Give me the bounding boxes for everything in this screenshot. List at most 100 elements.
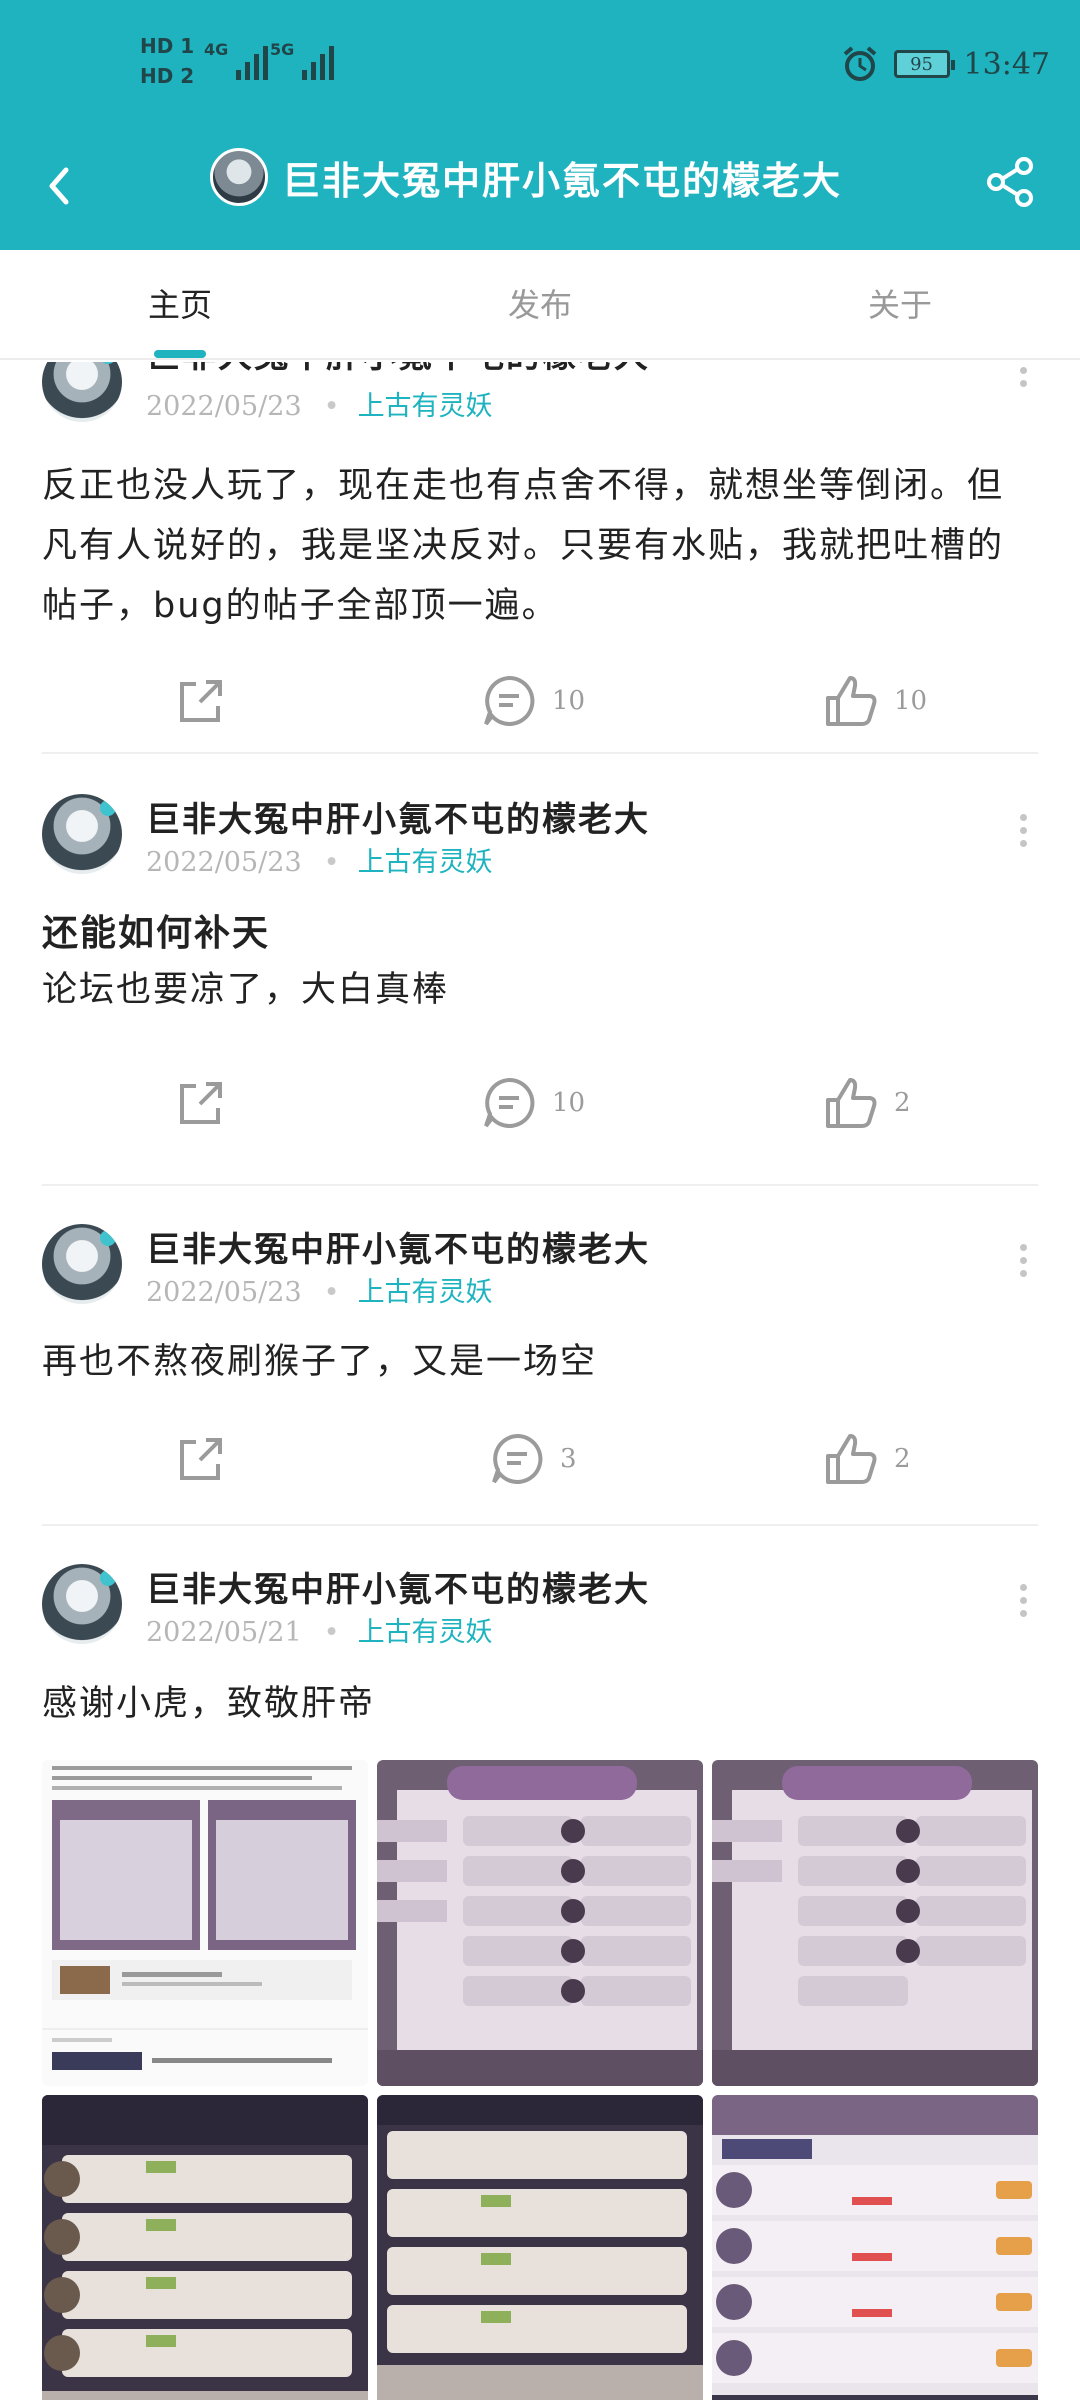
tab-home[interactable]: 主页 [0, 250, 360, 358]
post-header: 巨非大冤中肝小氪不屯的檬老大 2022/05/23 • 上古有灵妖 [42, 1222, 1038, 1308]
post-date: 2022/05/23 [146, 847, 302, 878]
like-button[interactable]: 2 [822, 1430, 911, 1488]
like-button[interactable]: 10 [822, 672, 927, 730]
tab-about[interactable]: 关于 [720, 250, 1080, 358]
post-body: 反正也没人玩了，现在走也有点舍不得，就想坐等倒闭。但凡有人说好的，我是坚决反对。… [42, 466, 1005, 626]
post-card[interactable]: 巨非大冤中肝小氪不屯的檬老大 2022/05/23 • 上古有灵妖 还能如何补天 论… [42, 794, 1038, 1154]
post-body: 论坛也要凉了，大白真棒 [42, 970, 450, 1010]
post-date: 2022/05/21 [146, 1617, 302, 1648]
clock: 13:47 [963, 46, 1050, 82]
avatar[interactable] [42, 1224, 122, 1304]
comment-count: 10 [552, 686, 586, 716]
share-post-button[interactable] [172, 1074, 230, 1132]
post-body: 感谢小虎，致敬肝帝 [42, 1684, 376, 1724]
more-options-icon[interactable] [1018, 1244, 1028, 1284]
screenshot-image [377, 1760, 703, 2086]
comment-button[interactable]: 10 [480, 672, 585, 730]
avatar[interactable] [42, 362, 122, 422]
comment-button[interactable]: 10 [480, 1074, 585, 1132]
post-title: 还能如何补天 [42, 913, 271, 954]
post-category[interactable]: 上古有灵妖 [358, 391, 493, 422]
thumbs-up-icon [826, 1078, 877, 1128]
screenshot-image [42, 1760, 368, 2086]
comment-icon [484, 1077, 535, 1128]
post-card[interactable]: 巨非大冤中肝小氪不屯的檬老大 2022/05/23 • 上古有灵妖 反正也没人玩了，… [42, 362, 1038, 752]
post-category[interactable]: 上古有灵妖 [358, 1617, 493, 1648]
hd-indicators: HD 1 HD 2 [140, 34, 194, 94]
post-meta: 2022/05/23 • 上古有灵妖 [146, 840, 493, 879]
share-post-button[interactable] [172, 672, 230, 730]
post-author[interactable]: 巨非大冤中肝小氪不屯的檬老大 [146, 1222, 650, 1271]
more-options-icon[interactable] [1018, 1584, 1028, 1624]
share-post-button[interactable] [172, 1430, 230, 1488]
avatar [210, 148, 268, 206]
hd2-label: HD 2 [140, 64, 195, 88]
page-title: 巨非大冤中肝小氪不屯的檬老大 [282, 158, 843, 203]
avatar[interactable] [42, 794, 122, 874]
comment-count: 10 [552, 1088, 586, 1118]
separator-dot: • [323, 1617, 340, 1648]
comment-icon [484, 675, 535, 726]
thumbs-up-icon [826, 676, 877, 726]
screenshot-image [712, 1760, 1038, 2086]
signal-5g-icon: 5G [270, 40, 335, 80]
like-button[interactable]: 2 [822, 1074, 911, 1132]
post-card[interactable]: 巨非大冤中肝小氪不屯的檬老大 2022/05/21 • 上古有灵妖 感谢小虎，致敬肝… [42, 1564, 1038, 1734]
like-count: 10 [894, 686, 928, 716]
share-icon[interactable] [980, 152, 1040, 212]
separator-dot: • [323, 391, 340, 422]
post-actions: 10 2 [42, 1074, 1038, 1154]
post-actions: 3 2 [42, 1430, 1038, 1510]
app-bar: 巨非大冤中肝小氪不屯的檬老大 [0, 130, 1080, 250]
comment-icon [492, 1433, 543, 1484]
like-count: 2 [894, 1444, 911, 1474]
share-out-icon [180, 1438, 222, 1480]
separator-dot: • [323, 1277, 340, 1308]
post-feed: 巨非大冤中肝小氪不屯的檬老大 2022/05/23 • 上古有灵妖 反正也没人玩了，… [0, 362, 1080, 2400]
signal-4g-icon: 4G [204, 40, 269, 80]
status-bar: HD 1 HD 2 4G 5G 95 13:47 [0, 0, 1080, 130]
more-options-icon[interactable] [1018, 362, 1028, 394]
back-arrow-icon[interactable] [36, 156, 86, 216]
divider [42, 1524, 1038, 1526]
post-author[interactable]: 巨非大冤中肝小氪不屯的檬老大 [146, 792, 650, 841]
image-thumbnail[interactable] [377, 2095, 703, 2400]
image-thumbnail[interactable] [712, 1760, 1038, 2086]
comment-button[interactable]: 3 [488, 1430, 577, 1488]
post-header: 巨非大冤中肝小氪不屯的檬老大 2022/05/23 • 上古有灵妖 [42, 792, 1038, 878]
post-header: 巨非大冤中肝小氪不屯的檬老大 2022/05/21 • 上古有灵妖 [42, 1562, 1038, 1648]
post-header: 巨非大冤中肝小氪不屯的檬老大 2022/05/23 • 上古有灵妖 [42, 362, 1038, 422]
more-options-icon[interactable] [1018, 814, 1028, 854]
like-count: 2 [894, 1088, 911, 1118]
post-category[interactable]: 上古有灵妖 [358, 1277, 493, 1308]
image-thumbnail[interactable] [42, 2095, 368, 2400]
post-category[interactable]: 上古有灵妖 [358, 847, 493, 878]
post-meta: 2022/05/23 • 上古有灵妖 [146, 384, 493, 423]
tab-posts[interactable]: 发布 [360, 250, 720, 358]
post-date: 2022/05/23 [146, 1277, 302, 1308]
image-thumbnail[interactable] [42, 1760, 368, 2086]
tab-bar: 主页 发布 关于 [0, 250, 1080, 360]
comment-count: 3 [560, 1444, 577, 1474]
divider [42, 752, 1038, 754]
avatar[interactable] [42, 1564, 122, 1644]
separator-dot: • [323, 847, 340, 878]
header-title-group: 巨非大冤中肝小氪不屯的檬老大 [210, 148, 842, 206]
post-author[interactable]: 巨非大冤中肝小氪不屯的檬老大 [146, 362, 650, 377]
status-right: 95 13:47 [840, 44, 1050, 84]
post-card[interactable]: 巨非大冤中肝小氪不屯的檬老大 2022/05/23 • 上古有灵妖 再也不熬夜刷猴子… [42, 1224, 1038, 1510]
image-thumbnail[interactable] [712, 2095, 1038, 2400]
image-thumbnail[interactable] [377, 1760, 703, 2086]
post-actions: 10 10 [42, 672, 1038, 752]
screenshot-image [712, 2095, 1038, 2400]
post-author[interactable]: 巨非大冤中肝小氪不屯的檬老大 [146, 1562, 650, 1611]
battery-icon: 95 [893, 50, 955, 78]
hd1-label: HD 1 [140, 34, 195, 58]
screenshot-image [377, 2095, 703, 2400]
post-meta: 2022/05/23 • 上古有灵妖 [146, 1270, 493, 1309]
thumbs-up-icon [826, 1434, 877, 1484]
post-body: 再也不熬夜刷猴子了，又是一场空 [42, 1342, 598, 1382]
share-out-icon [180, 680, 222, 722]
post-date: 2022/05/23 [146, 391, 302, 422]
post-meta: 2022/05/21 • 上古有灵妖 [146, 1610, 493, 1649]
